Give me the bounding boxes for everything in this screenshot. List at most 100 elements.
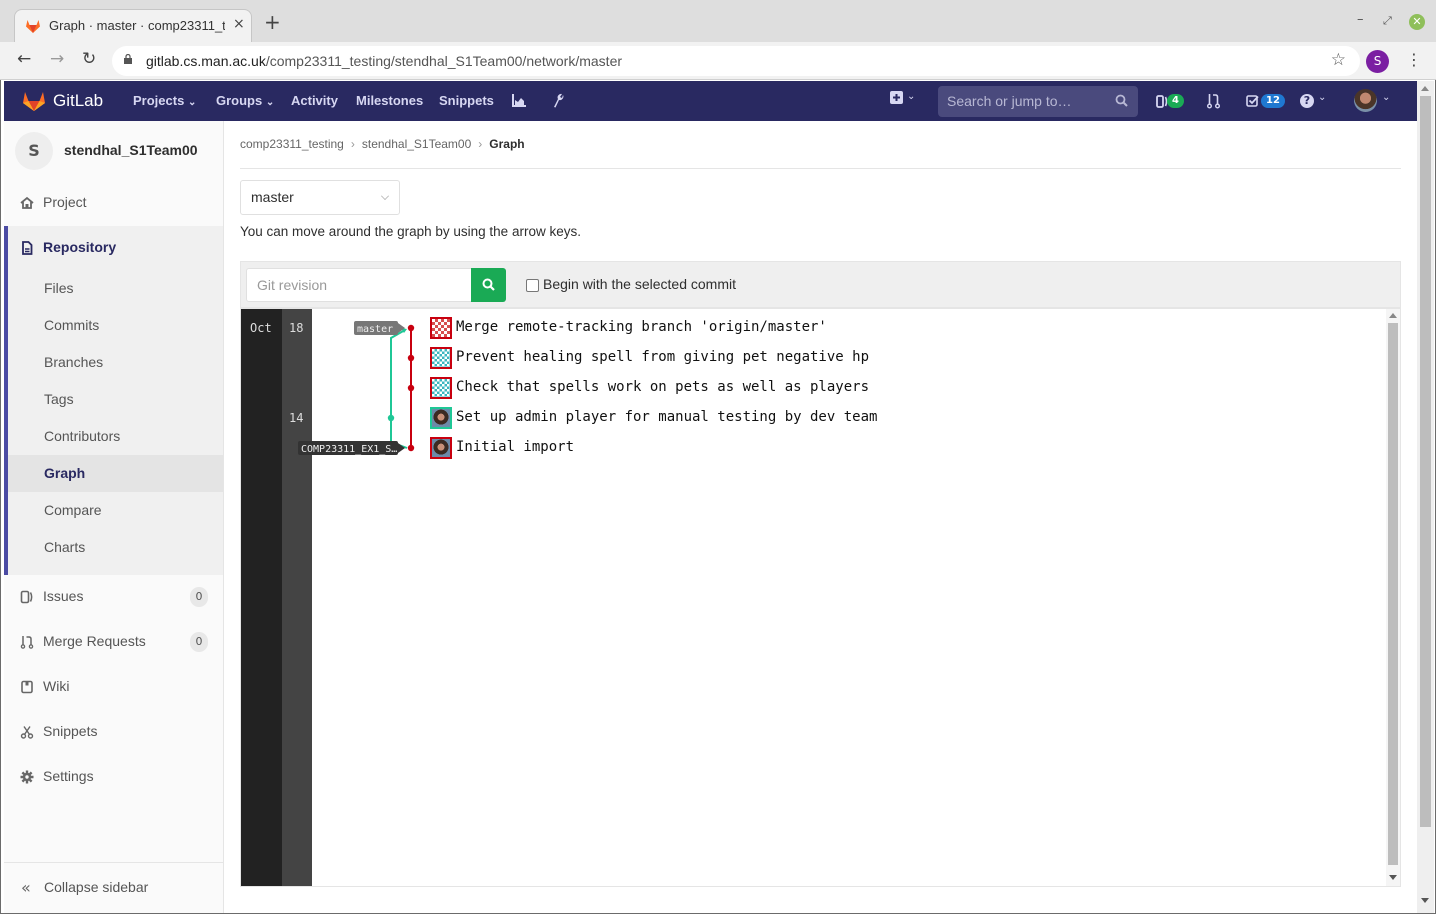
- book-icon: [21, 680, 33, 694]
- sidebar-item-snippets[interactable]: Snippets: [4, 712, 223, 752]
- chevron-down-icon: ⌄: [187, 97, 197, 108]
- begin-with-selected-label[interactable]: Begin with the selected commit: [543, 276, 736, 292]
- issues-icon: [20, 590, 33, 604]
- commit-message[interactable]: Prevent healing spell from giving pet ne…: [456, 349, 869, 365]
- git-revision-input[interactable]: [246, 268, 472, 302]
- search-icon: [482, 278, 495, 291]
- forward-icon[interactable]: →: [50, 51, 64, 68]
- help-icon: ?: [1300, 94, 1314, 108]
- sidebar-subitem-label: Files: [44, 280, 74, 296]
- gear-icon: [20, 770, 34, 784]
- tab-close-icon[interactable]: ×: [233, 16, 245, 32]
- double-chevron-left-icon: «: [21, 878, 31, 897]
- sidebar-item-label: Repository: [43, 239, 117, 255]
- sidebar-item-repository[interactable]: Repository: [4, 228, 223, 268]
- breadcrumb-current[interactable]: Graph: [489, 137, 524, 151]
- url-path: /comp23311_testing/stendhal_S1Team00/net…: [265, 53, 623, 69]
- chevron-down-icon[interactable]: ⌄: [1382, 92, 1390, 103]
- url-field[interactable]: gitlab.cs.man.ac.uk/comp23311_testing/st…: [112, 46, 1360, 76]
- commit-message[interactable]: Merge remote-tracking branch 'origin/mas…: [456, 319, 827, 335]
- wrench-icon[interactable]: [550, 93, 564, 108]
- new-item-dropdown[interactable]: ⌄: [890, 91, 915, 108]
- commit-message[interactable]: Check that spells work on pets as well a…: [456, 379, 869, 395]
- sidebar-subitem-graph[interactable]: Graph: [8, 455, 223, 492]
- sidebar-subitem-commits[interactable]: Commits: [8, 307, 223, 344]
- search-icon: [1115, 94, 1128, 107]
- commit-message[interactable]: Initial import: [456, 439, 574, 455]
- sidebar-item-project[interactable]: Project: [4, 183, 223, 223]
- sidebar-subitem-files[interactable]: Files: [8, 270, 223, 307]
- issues-count-badge: 4: [1167, 94, 1184, 108]
- revision-search-button[interactable]: [471, 268, 506, 302]
- nav-projects[interactable]: Projects ⌄: [133, 93, 196, 108]
- search-input[interactable]: Search or jump to…: [938, 86, 1138, 117]
- page-scrollbar[interactable]: [1417, 81, 1434, 913]
- breadcrumb-separator-icon: ›: [350, 137, 355, 151]
- chart-icon[interactable]: [512, 94, 526, 107]
- sidebar-item-merge-requests[interactable]: Merge Requests 0: [4, 622, 223, 662]
- chevron-down-icon: [381, 192, 389, 200]
- nav-milestones[interactable]: Milestones: [356, 93, 423, 108]
- collapse-sidebar-button[interactable]: « Collapse sidebar: [4, 862, 223, 913]
- sidebar-item-settings[interactable]: Settings: [4, 757, 223, 797]
- scrollbar-thumb[interactable]: [1388, 323, 1398, 865]
- issues-nav-button[interactable]: 4: [1156, 93, 1184, 109]
- browser-menu-icon[interactable]: ⋮: [1406, 52, 1422, 68]
- begin-with-selected-checkbox[interactable]: [526, 279, 539, 292]
- commit-message[interactable]: Set up admin player for manual testing b…: [456, 409, 877, 425]
- sidebar-item-label: Issues: [43, 588, 84, 604]
- branch-select-value: master: [251, 189, 294, 205]
- sidebar-subitem-tags[interactable]: Tags: [8, 381, 223, 418]
- chevron-down-icon: ⌄: [1318, 92, 1327, 103]
- scrollbar-thumb[interactable]: [1420, 96, 1431, 827]
- reload-icon[interactable]: ↻: [82, 51, 96, 68]
- scroll-down-icon[interactable]: [1421, 898, 1429, 903]
- sidebar-item-label: Project: [43, 194, 87, 210]
- sidebar-project-header[interactable]: S stendhal_S1Team00: [4, 121, 223, 181]
- divider: [240, 168, 1401, 169]
- branch-select[interactable]: master: [240, 180, 400, 215]
- window-close-icon[interactable]: ✕: [1409, 14, 1425, 30]
- merge-request-icon[interactable]: [1207, 93, 1220, 109]
- sidebar-item-label: Merge Requests: [43, 633, 146, 649]
- scroll-down-icon[interactable]: [1389, 875, 1397, 880]
- sidebar-subitem-branches[interactable]: Branches: [8, 344, 223, 381]
- sidebar-subitem-compare[interactable]: Compare: [8, 492, 223, 529]
- restore-icon[interactable]: ⤢: [1383, 14, 1392, 28]
- scroll-up-icon[interactable]: [1389, 313, 1397, 318]
- sidebar-subitem-label: Compare: [44, 502, 102, 518]
- new-tab-button[interactable]: +: [264, 12, 281, 32]
- sidebar-item-issues[interactable]: Issues 0: [4, 577, 223, 617]
- sidebar-section-repository: Repository Files Commits Branches Tags C…: [4, 226, 223, 575]
- browser-profile-avatar[interactable]: S: [1366, 50, 1389, 73]
- todos-nav-button[interactable]: 12: [1246, 93, 1285, 109]
- issues-count: 0: [190, 587, 208, 607]
- sidebar-subitem-charts[interactable]: Charts: [8, 529, 223, 566]
- scissors-icon: [20, 726, 34, 739]
- nav-snippets[interactable]: Snippets: [439, 93, 494, 108]
- breadcrumb-item[interactable]: stendhal_S1Team00: [362, 137, 471, 151]
- nav-activity[interactable]: Activity: [291, 93, 338, 108]
- back-icon[interactable]: ←: [17, 51, 31, 68]
- ref-label: COMP23311_EX1_S…: [301, 444, 397, 455]
- help-dropdown[interactable]: ? ⌄: [1300, 92, 1326, 108]
- commit-author-avatar: [430, 317, 452, 339]
- sidebar-item-wiki[interactable]: Wiki: [4, 667, 223, 707]
- bookmark-star-icon[interactable]: ☆: [1331, 50, 1346, 70]
- sidebar-subitem-contributors[interactable]: Contributors: [8, 418, 223, 455]
- gitlab-logo-icon[interactable]: [22, 90, 46, 112]
- plus-square-icon: [890, 91, 903, 104]
- lane-line-green: [390, 329, 408, 449]
- breadcrumb-item[interactable]: comp23311_testing: [240, 137, 344, 151]
- collapse-sidebar-label: Collapse sidebar: [44, 879, 149, 895]
- browser-tab[interactable]: Graph · master · comp23311_testing ×: [14, 9, 252, 43]
- sidebar-subitem-label: Contributors: [44, 428, 121, 444]
- minimize-icon[interactable]: –: [1357, 12, 1364, 27]
- scroll-up-icon[interactable]: [1421, 86, 1429, 91]
- gitlab-brand[interactable]: GitLab: [53, 91, 103, 111]
- user-avatar[interactable]: [1354, 89, 1377, 112]
- nav-groups[interactable]: Groups ⌄: [216, 93, 274, 108]
- graph-scrollbar[interactable]: [1386, 309, 1400, 886]
- gitlab-header: GitLab Projects ⌄ Groups ⌄ Activity Mile…: [4, 81, 1417, 121]
- network-graph[interactable]: Oct 18 14 master COMP23311_EX1_S… Merge re…: [240, 308, 1401, 887]
